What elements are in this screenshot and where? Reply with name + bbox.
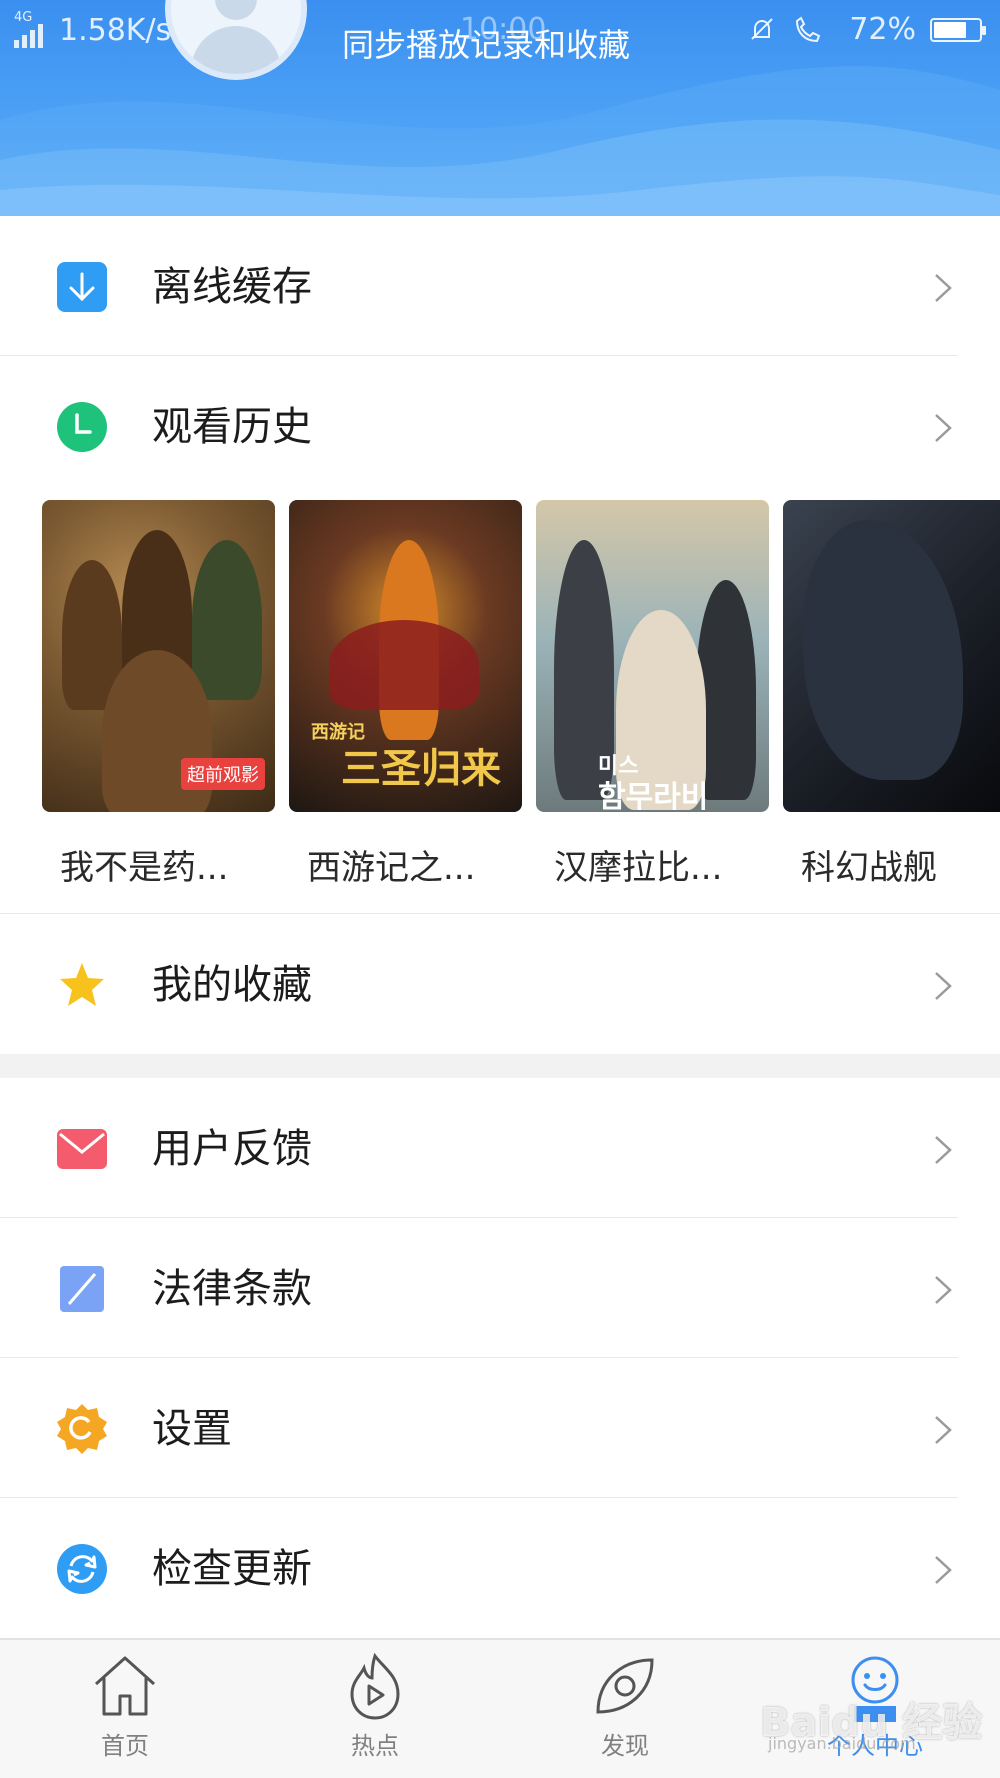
gear-icon xyxy=(57,1404,107,1454)
history-poster[interactable]: 西游记 三圣归来 xyxy=(289,500,522,812)
document-slash-icon xyxy=(60,1266,104,1312)
status-right: 72% xyxy=(747,12,986,47)
poster-badge: 超前观影 xyxy=(181,758,265,790)
history-carousel[interactable]: 超前观影 西游记 三圣归来 미스 함무라비 我不是药... 西游记之... 汉摩… xyxy=(0,500,1000,910)
mute-bell-icon xyxy=(751,17,774,40)
menu-feedback[interactable]: 用户反馈 xyxy=(0,1078,1000,1216)
chevron-right-icon xyxy=(935,1276,952,1304)
menu-offline-cache[interactable]: 离线缓存 xyxy=(0,216,1000,354)
poster-title-text: 함무라비 xyxy=(598,780,709,812)
battery-icon xyxy=(930,17,986,42)
mail-icon xyxy=(57,1129,107,1169)
menu-label: 法律条款 xyxy=(152,1266,312,1312)
star-icon xyxy=(60,963,104,1006)
home-icon xyxy=(94,1656,156,1716)
history-title[interactable]: 科幻战舰 xyxy=(801,840,1000,889)
menu-label: 检查更新 xyxy=(152,1546,312,1592)
chevron-right-icon xyxy=(935,1556,952,1584)
nav-label: 首页 xyxy=(101,1732,149,1760)
history-poster[interactable]: 超前观影 xyxy=(42,500,275,812)
network-speed: 1.58K/s xyxy=(59,13,172,48)
chevron-right-icon xyxy=(935,1416,952,1444)
poster-title-text: 三圣归来 xyxy=(341,746,501,792)
menu-label: 用户反馈 xyxy=(152,1126,312,1172)
history-title[interactable]: 我不是药... xyxy=(60,840,260,889)
history-title[interactable]: 汉摩拉比... xyxy=(554,840,754,889)
nav-home[interactable]: 首页 xyxy=(55,1650,195,1770)
history-poster[interactable] xyxy=(783,500,1000,812)
history-title[interactable]: 西游记之... xyxy=(307,840,507,889)
chevron-right-icon xyxy=(935,274,952,302)
baidu-watermark: Baidu 经验 jingyan.baidu.com xyxy=(760,1690,982,1753)
nav-hot[interactable]: 热点 xyxy=(305,1650,445,1770)
menu-label: 观看历史 xyxy=(152,404,312,450)
section-gap xyxy=(0,1054,1000,1078)
nav-label: 热点 xyxy=(351,1732,399,1760)
eye-icon xyxy=(596,1658,654,1714)
chevron-right-icon xyxy=(935,414,952,442)
signal-icon xyxy=(14,24,43,48)
menu-label: 离线缓存 xyxy=(152,264,312,310)
flame-play-icon xyxy=(350,1652,400,1720)
menu-label: 设置 xyxy=(152,1406,232,1452)
menu-label: 我的收藏 xyxy=(152,962,312,1008)
menu-watch-history[interactable]: 观看历史 xyxy=(0,356,1000,494)
refresh-icon xyxy=(57,1544,107,1594)
menu-settings[interactable]: 设置 xyxy=(0,1358,1000,1496)
clock-icon xyxy=(57,402,107,452)
history-poster[interactable]: 미스 함무라비 xyxy=(536,500,769,812)
nav-discover[interactable]: 发现 xyxy=(555,1650,695,1770)
network-indicator: 4G 1.58K/s xyxy=(12,10,172,48)
chevron-right-icon xyxy=(935,1136,952,1164)
profile-header: 4G 1.58K/s 10:00 72% 同步播放记录和收藏 xyxy=(0,0,1000,216)
menu-legal[interactable]: 法律条款 xyxy=(0,1218,1000,1356)
nav-label: 发现 xyxy=(601,1732,649,1760)
watermark-url: jingyan.baidu.com xyxy=(768,1734,916,1753)
battery-percent: 72% xyxy=(849,12,916,47)
hd-call-icon xyxy=(796,15,821,42)
menu-check-update[interactable]: 检查更新 xyxy=(0,1498,1000,1636)
chevron-right-icon xyxy=(935,972,952,1000)
sync-login-prompt[interactable]: 同步播放记录和收藏 xyxy=(342,20,630,66)
menu-favorites[interactable]: 我的收藏 xyxy=(0,914,1000,1052)
download-icon xyxy=(57,262,107,312)
network-type: 4G xyxy=(14,10,33,25)
